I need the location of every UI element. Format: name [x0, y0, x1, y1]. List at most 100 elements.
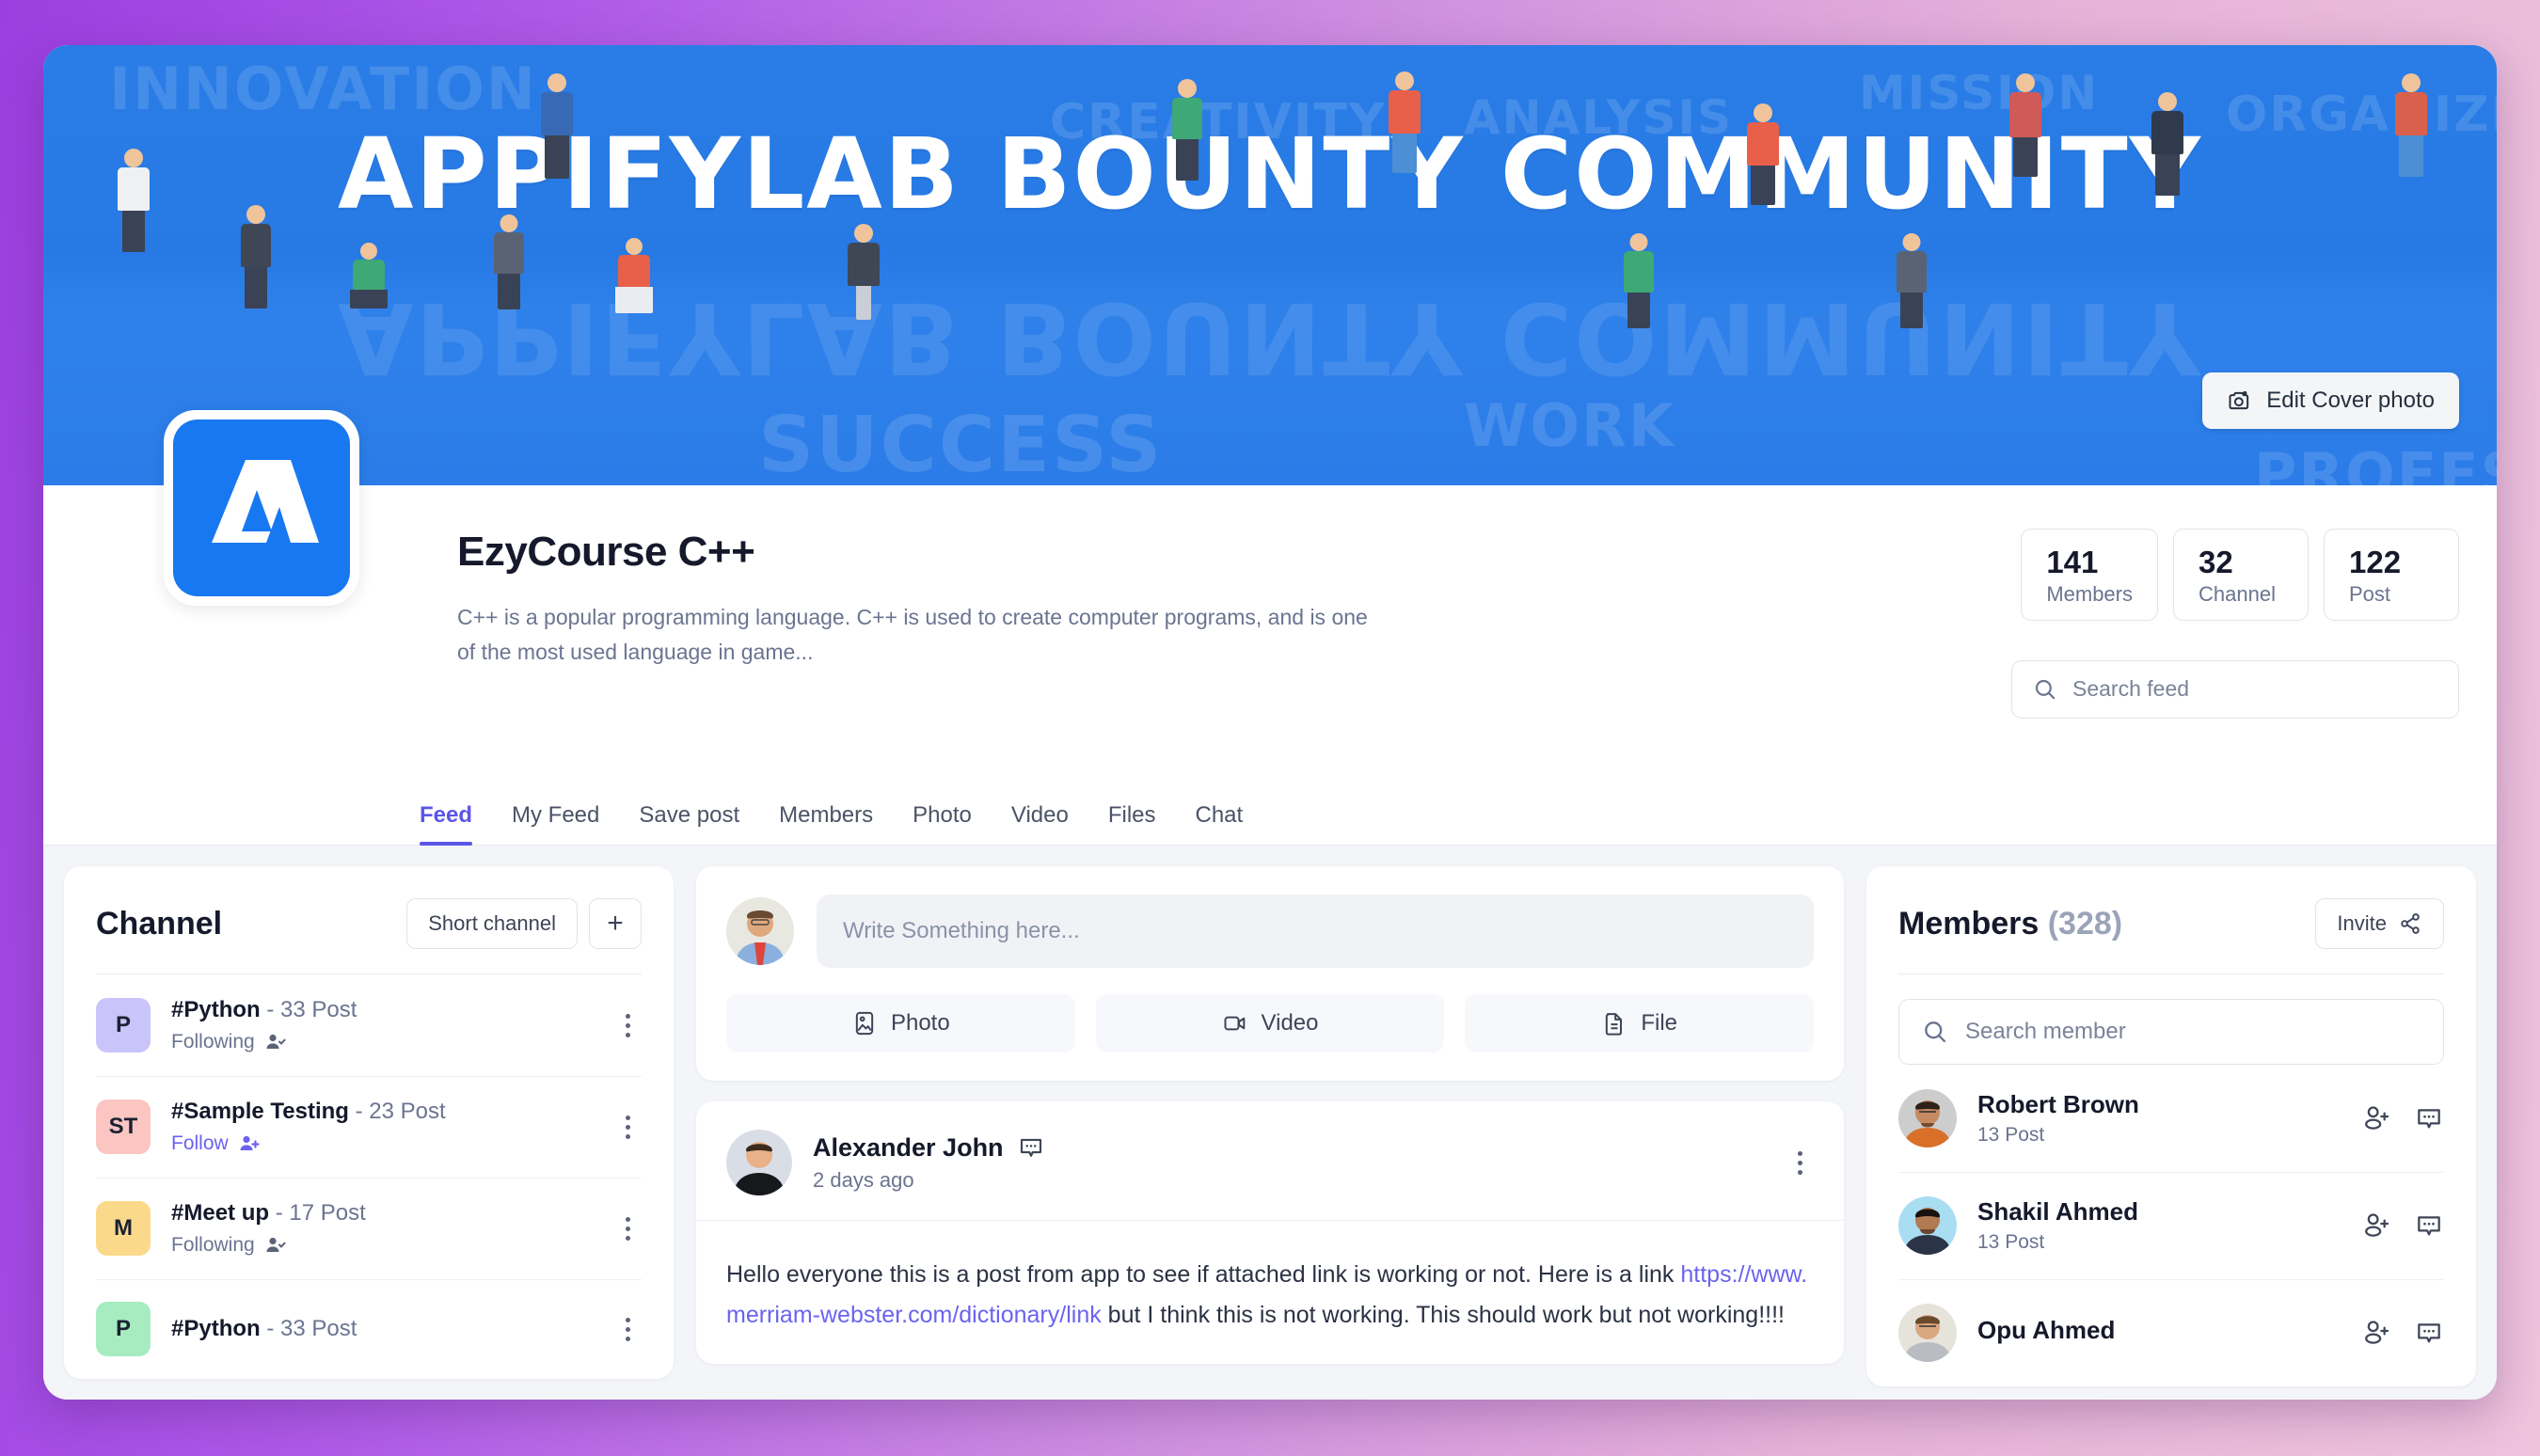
add-video-label: Video [1261, 1010, 1319, 1036]
user-check-icon [264, 1031, 287, 1053]
member-list-item[interactable]: Shakil Ahmed 13 Post [1866, 1172, 2476, 1279]
search-icon [2033, 677, 2057, 702]
members-count: (328) [2047, 905, 2123, 942]
tabs-divider [43, 845, 2497, 846]
stat-channel-label: Channel [2199, 581, 2276, 606]
channel-separator: - [266, 997, 275, 1022]
post-more-options-icon[interactable] [1786, 1150, 1814, 1175]
channel-follow-state[interactable]: Following [171, 1234, 593, 1257]
cover-bgword-mission: MISSION [1859, 66, 2100, 120]
share-icon [2398, 911, 2422, 936]
add-file-label: File [1641, 1010, 1678, 1036]
search-feed-box[interactable] [2011, 659, 2459, 719]
channel-follow-label: Follow [171, 1132, 229, 1154]
chat-bubble-icon[interactable] [2414, 1103, 2444, 1133]
edit-cover-photo-button[interactable]: Edit Cover photo [2202, 372, 2459, 429]
stat-channel-value: 32 [2199, 545, 2233, 579]
tab-files[interactable]: Files [1108, 802, 1156, 846]
post-content: Hello everyone this is a post from app t… [696, 1221, 1844, 1364]
channel-badge: M [96, 1201, 151, 1256]
person-figure [231, 205, 280, 309]
tab-chat[interactable]: Chat [1196, 802, 1244, 846]
tab-photo[interactable]: Photo [913, 802, 972, 846]
video-icon [1222, 1010, 1248, 1037]
channel-list-item[interactable]: P #Python - 33 Post Following [64, 974, 674, 1076]
member-list-item[interactable]: Robert Brown 13 Post [1866, 1065, 2476, 1172]
channel-separator: - [275, 1200, 283, 1226]
channel-follow-label: Following [171, 1031, 255, 1052]
composer-input[interactable] [843, 918, 1787, 944]
channel-name: #Python [171, 997, 261, 1022]
add-file-button[interactable]: File [1465, 994, 1815, 1052]
add-friend-icon[interactable] [2361, 1318, 2391, 1348]
channel-more-options-icon[interactable] [613, 1115, 642, 1139]
stat-post-label: Post [2349, 581, 2391, 606]
members-divider [1898, 973, 2444, 974]
composer-input-box[interactable] [817, 894, 1814, 968]
avatar [726, 897, 794, 965]
post-text-after: but I think this is not working. This sh… [1101, 1302, 1785, 1328]
stat-members-label: Members [2046, 581, 2133, 606]
channel-more-options-icon[interactable] [613, 1013, 642, 1037]
channel-post-count: 33 Post [280, 997, 357, 1022]
invite-button[interactable]: Invite [2315, 898, 2444, 949]
channel-post-count: 23 Post [369, 1099, 446, 1124]
add-friend-icon[interactable] [2361, 1103, 2391, 1133]
user-check-icon [264, 1234, 287, 1257]
person-figure [485, 214, 532, 309]
member-post-count: 13 Post [1977, 1231, 2045, 1253]
channel-sidebar: Channel Short channel + P #Python - 33 P… [64, 866, 674, 1400]
chat-bubble-icon[interactable] [2414, 1211, 2444, 1241]
stat-channel[interactable]: 32 Channel [2173, 529, 2309, 621]
tab-feed[interactable]: Feed [420, 802, 473, 846]
search-member-input[interactable] [1965, 1019, 2421, 1045]
tab-members[interactable]: Members [779, 802, 873, 846]
channel-more-options-icon[interactable] [613, 1216, 642, 1241]
person-figure [1379, 71, 1430, 173]
feed-column: Photo Video File [696, 866, 1844, 1400]
stat-members[interactable]: 141 Members [2021, 529, 2158, 621]
post-text-before: Hello everyone this is a post from app t… [726, 1261, 1681, 1288]
member-name: Shakil Ahmed [1977, 1197, 2138, 1226]
person-figure [608, 238, 660, 313]
photo-icon [851, 1010, 878, 1037]
channel-post-count: 33 Post [280, 1316, 357, 1341]
members-panel-title: Members [1898, 905, 2040, 942]
channel-badge: P [96, 1302, 151, 1356]
channel-separator: - [266, 1316, 275, 1341]
cover-bgword-work: WORK [1464, 391, 1675, 460]
avatar [726, 1130, 792, 1195]
channel-list-item[interactable]: M #Meet up - 17 Post Following [64, 1178, 674, 1279]
channel-list-item[interactable]: ST #Sample Testing - 23 Post Follow [64, 1076, 674, 1178]
avatar [1898, 1304, 1957, 1362]
channel-follow-state[interactable]: Follow [171, 1132, 593, 1155]
chat-bubble-icon[interactable] [2414, 1318, 2444, 1348]
short-channel-button[interactable]: Short channel [406, 898, 578, 949]
add-photo-button[interactable]: Photo [726, 994, 1075, 1052]
cover-title-reflection: APPIFYLAB BOUNTY COMMUNITY [338, 280, 2202, 395]
tab-video[interactable]: Video [1011, 802, 1069, 846]
channel-badge: ST [96, 1100, 151, 1154]
tab-save-post[interactable]: Save post [639, 802, 739, 846]
channel-follow-state[interactable]: Following [171, 1031, 593, 1053]
channel-badge: P [96, 998, 151, 1052]
invite-label: Invite [2337, 911, 2387, 935]
add-video-button[interactable]: Video [1095, 994, 1445, 1052]
stat-members-value: 141 [2046, 545, 2099, 579]
person-figure [1614, 233, 1663, 328]
search-feed-input[interactable] [2072, 676, 2437, 703]
channel-list-item[interactable]: P #Python - 33 Post [64, 1279, 674, 1379]
chat-bubble-icon[interactable] [1017, 1133, 1045, 1162]
stat-post[interactable]: 122 Post [2324, 529, 2459, 621]
person-figure [838, 224, 889, 320]
channel-more-options-icon[interactable] [613, 1317, 642, 1341]
add-channel-button[interactable]: + [589, 898, 642, 949]
add-friend-icon[interactable] [2361, 1211, 2391, 1241]
feed-post: Alexander John 2 days ago Hello everyone… [696, 1101, 1844, 1364]
tab-my-feed[interactable]: My Feed [512, 802, 599, 846]
person-figure [2386, 73, 2437, 177]
member-list-item[interactable]: Opu Ahmed [1866, 1279, 2476, 1386]
channel-separator: - [355, 1099, 363, 1124]
community-avatar [164, 410, 359, 606]
search-member-box[interactable] [1898, 999, 2444, 1065]
